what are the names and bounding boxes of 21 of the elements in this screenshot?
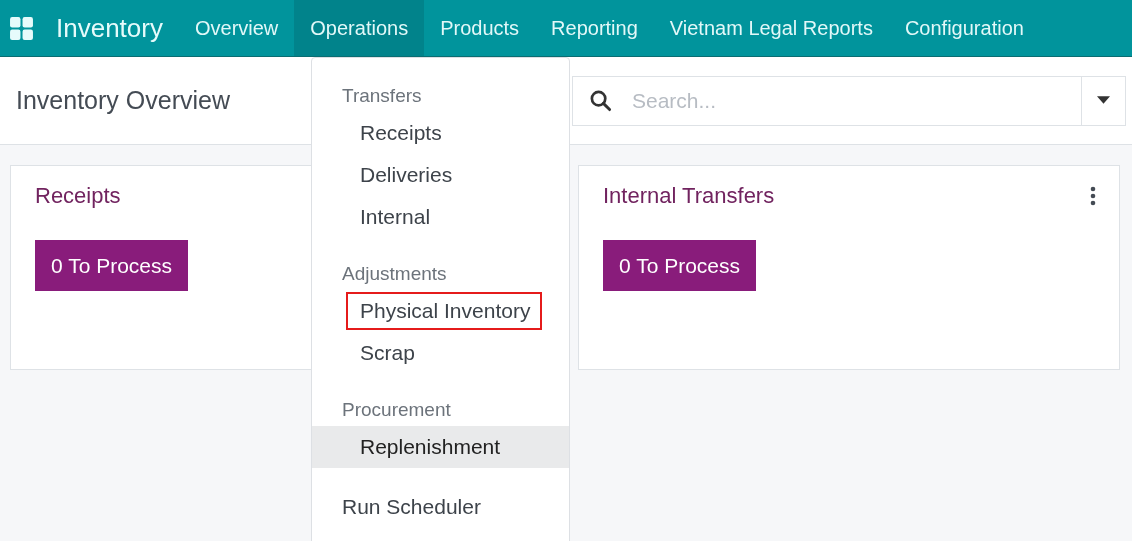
- menu-item[interactable]: Run Scheduler: [312, 486, 569, 528]
- menu-item[interactable]: Scrap: [312, 332, 569, 374]
- search-icon: [589, 89, 612, 112]
- nav-menu-item[interactable]: Operations: [294, 0, 425, 56]
- search-field[interactable]: Search...: [630, 87, 1081, 114]
- menu-section-header: Adjustments: [341, 262, 448, 286]
- menu-item[interactable]: Internal: [312, 196, 569, 238]
- more-options-icon[interactable]: [1090, 186, 1096, 206]
- menu-section-header: Procurement: [341, 398, 452, 422]
- apps-menu-icon[interactable]: [9, 15, 34, 41]
- menu-section-header: Transfers: [341, 84, 423, 108]
- menu-item[interactable]: Deliveries: [312, 154, 569, 196]
- menu-item[interactable]: Receipts: [312, 112, 569, 154]
- to-process-button[interactable]: 0 To Process: [603, 240, 756, 291]
- card-title[interactable]: Receipts: [35, 183, 121, 209]
- card-title[interactable]: Internal Transfers: [603, 183, 775, 209]
- page-title: Inventory Overview: [16, 86, 230, 114]
- menu-item[interactable]: Replenishment: [312, 426, 569, 468]
- to-process-button[interactable]: 0 To Process: [35, 240, 188, 291]
- caret-icon: [1097, 96, 1110, 105]
- search-bar[interactable]: Search...: [572, 75, 1126, 126]
